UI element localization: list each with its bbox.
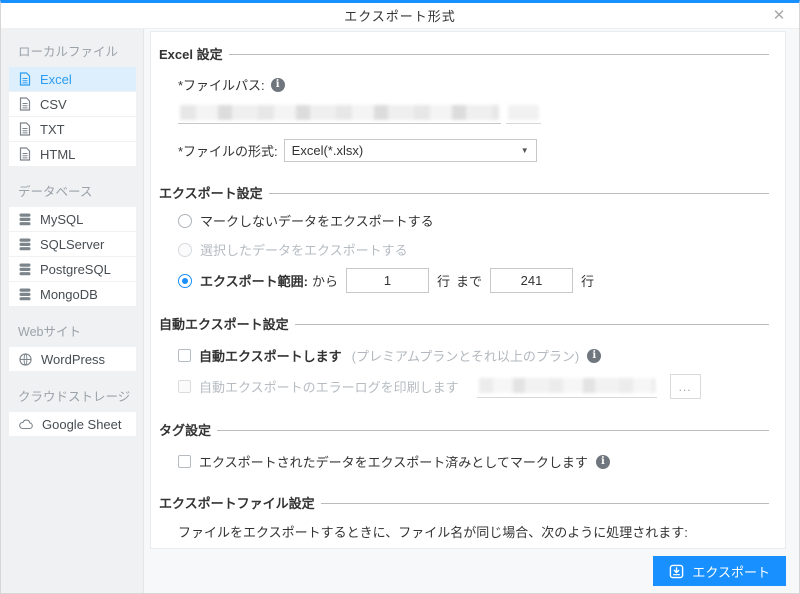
redacted-error-log-path — [478, 377, 655, 393]
sidebar-item-label: MongoDB — [40, 286, 98, 302]
info-icon[interactable]: i — [595, 454, 610, 469]
option-label: エクスポート範囲: — [200, 274, 308, 289]
sidebar-item-label: CSV — [40, 96, 67, 112]
sidebar-item-txt[interactable]: TXT — [9, 117, 136, 142]
sidebar-item-label: SQLServer — [40, 236, 105, 252]
file-path-browse-button[interactable] — [506, 103, 541, 124]
sidebar-item-label: WordPress — [41, 351, 106, 367]
file-path-label: *ファイルパス: — [178, 78, 265, 93]
close-icon[interactable]: ✕ — [769, 5, 789, 25]
dialog-title: エクスポート形式 — [344, 9, 456, 24]
export-format-dialog: エクスポート形式 ✕ ローカルファイル Excel CSV TXT HTML デ… — [0, 0, 800, 594]
checkbox-mark-exported[interactable] — [178, 455, 191, 468]
option-label: 自動エクスポートします — [199, 349, 342, 364]
range-unit: 行 — [436, 274, 450, 289]
option-label: 自動エクスポートのエラーログを印刷します — [199, 380, 459, 395]
error-log-browse-button[interactable]: ... — [669, 374, 701, 399]
sidebar-item-html[interactable]: HTML — [9, 142, 136, 167]
database-icon — [19, 288, 31, 301]
sidebar-list-local-file: Excel CSV TXT HTML — [9, 67, 136, 167]
sidebar-item-mysql[interactable]: MySQL — [9, 207, 136, 232]
sidebar-item-wordpress[interactable]: WordPress — [9, 347, 136, 372]
range-unit: 行 — [581, 274, 595, 289]
error-log-path-input[interactable] — [476, 375, 657, 398]
sidebar-item-label: Excel — [40, 71, 72, 87]
sidebar-list-website: WordPress — [9, 347, 136, 372]
option-export-range: エクスポート範囲: から 行 まで 行 — [178, 268, 769, 293]
option-label: 選択したデータをエクスポートする — [200, 243, 408, 258]
sidebar-item-label: Google Sheet — [42, 416, 122, 432]
sidebar-item-google-sheet[interactable]: Google Sheet — [9, 412, 136, 437]
sidebar-list-database: MySQL SQLServer PostgreSQL MongoDB — [9, 207, 136, 307]
file-format-select[interactable]: Excel(*.xlsx) ▼ — [283, 139, 537, 162]
premium-plan-note: (プレミアムプランとそれ以上のプラン) — [351, 349, 580, 364]
sidebar-item-csv[interactable]: CSV — [9, 92, 136, 117]
option-mark-exported: エクスポートされたデータをエクスポート済みとしてマークします i — [178, 451, 769, 472]
dialog-title-bar: エクスポート形式 ✕ — [1, 3, 799, 29]
sidebar-item-label: HTML — [40, 146, 76, 162]
duplicate-filename-description: ファイルをエクスポートするときに、ファイル名が同じ場合、次のように処理されます: — [178, 525, 688, 540]
redacted-browse-label — [508, 104, 539, 120]
checkbox-auto-export[interactable] — [178, 349, 191, 362]
range-to-label: まで — [455, 274, 482, 289]
checkbox-error-log[interactable] — [178, 380, 191, 393]
file-format-label: *ファイルの形式: — [178, 144, 278, 159]
settings-card: Excel 設定 *ファイルパス: i *ファイルの形式: Excel(*.xl… — [150, 31, 786, 549]
export-button[interactable]: エクスポート — [653, 556, 786, 586]
export-button-label: エクスポート — [692, 564, 770, 580]
file-format-value: Excel(*.xlsx) — [291, 143, 364, 158]
file-icon — [19, 122, 31, 136]
info-icon[interactable]: i — [587, 348, 602, 363]
file-icon — [19, 97, 31, 111]
option-export-selected: 選択したデータをエクスポートする — [178, 239, 769, 260]
database-icon — [19, 263, 31, 276]
file-icon — [19, 72, 31, 86]
sidebar-section-header-website: Webサイト — [18, 325, 81, 339]
info-icon[interactable]: i — [270, 77, 285, 92]
file-path-input[interactable] — [178, 103, 501, 124]
section-title-excel-settings: Excel 設定 — [159, 44, 769, 63]
export-target-sidebar: ローカルファイル Excel CSV TXT HTML データベース MySQL… — [1, 29, 144, 593]
file-path-label-row: *ファイルパス: i — [178, 75, 769, 94]
database-icon — [19, 213, 31, 226]
sidebar-item-sqlserver[interactable]: SQLServer — [9, 232, 136, 257]
sidebar-item-label: TXT — [40, 121, 65, 137]
option-label: マークしないデータをエクスポートする — [200, 214, 434, 229]
option-export-unmarked: マークしないデータをエクスポートする — [178, 210, 769, 231]
export-icon — [669, 564, 684, 579]
option-label: エクスポートされたデータをエクスポート済みとしてマークします — [199, 455, 588, 470]
sidebar-item-excel[interactable]: Excel — [9, 67, 136, 92]
option-error-log: 自動エクスポートのエラーログを印刷します ... — [178, 374, 769, 399]
range-from-label: から — [311, 274, 338, 289]
sidebar-section-header-cloud-storage: クラウドストレージ — [18, 390, 131, 404]
database-icon — [19, 238, 31, 251]
cloud-icon — [19, 419, 33, 430]
sidebar-list-cloud-storage: Google Sheet — [9, 412, 136, 437]
radio-export-unmarked[interactable] — [178, 213, 192, 228]
radio-export-selected[interactable] — [178, 242, 192, 257]
export-settings-main: Excel 設定 *ファイルパス: i *ファイルの形式: Excel(*.xl… — [144, 29, 799, 593]
sidebar-section-header-database: データベース — [18, 185, 93, 199]
section-title-export-settings: エクスポート設定 — [159, 183, 769, 202]
sidebar-item-mongodb[interactable]: MongoDB — [9, 282, 136, 307]
sidebar-item-label: MySQL — [40, 211, 84, 227]
dialog-footer: エクスポート — [144, 549, 799, 593]
sidebar-item-label: PostgreSQL — [40, 261, 111, 277]
option-auto-export: 自動エクスポートします (プレミアムプランとそれ以上のプラン) i — [178, 345, 769, 366]
sidebar-item-postgresql[interactable]: PostgreSQL — [9, 257, 136, 282]
sidebar-section-header-local-file: ローカルファイル — [18, 45, 119, 59]
range-to-input[interactable] — [490, 268, 573, 293]
section-title-export-file-settings: エクスポートファイル設定 — [159, 493, 769, 512]
file-icon — [19, 147, 31, 161]
section-title-tag-settings: タグ設定 — [159, 420, 769, 439]
section-title-auto-export-settings: 自動エクスポート設定 — [159, 314, 769, 333]
range-from-input[interactable] — [345, 268, 429, 293]
radio-export-range[interactable] — [178, 273, 192, 288]
redacted-file-path — [180, 104, 499, 120]
globe-icon — [19, 352, 32, 366]
chevron-down-icon: ▼ — [520, 146, 529, 155]
